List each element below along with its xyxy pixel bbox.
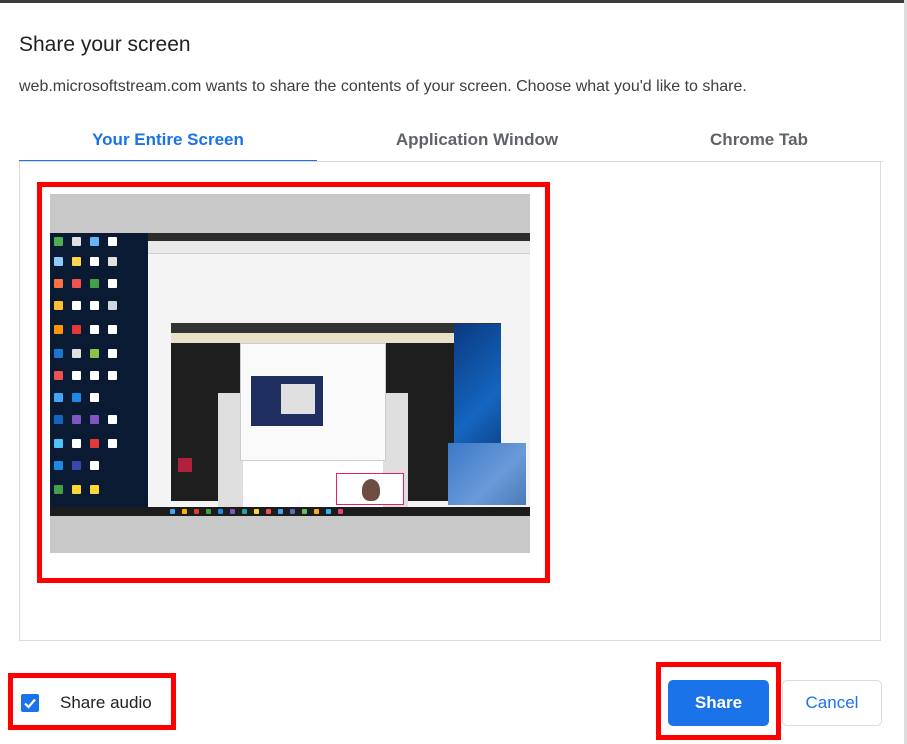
cancel-button[interactable]: Cancel xyxy=(782,680,882,726)
share-source-tabs: Your Entire Screen Application Window Ch… xyxy=(19,118,883,163)
highlight-box-thumbnail xyxy=(37,182,550,583)
highlight-box-share xyxy=(656,662,781,740)
dialog-description: web.microsoftstream.com wants to share t… xyxy=(19,78,747,95)
tab-application-window[interactable]: Application Window xyxy=(329,118,625,161)
tab-chrome-tab[interactable]: Chrome Tab xyxy=(619,118,899,161)
tab-entire-screen[interactable]: Your Entire Screen xyxy=(19,118,317,163)
dialog-title: Share your screen xyxy=(19,33,191,56)
highlight-box-audio xyxy=(8,673,176,730)
share-screen-dialog: Share your screen web.microsoftstream.co… xyxy=(0,0,907,744)
window-top-border xyxy=(0,0,907,3)
